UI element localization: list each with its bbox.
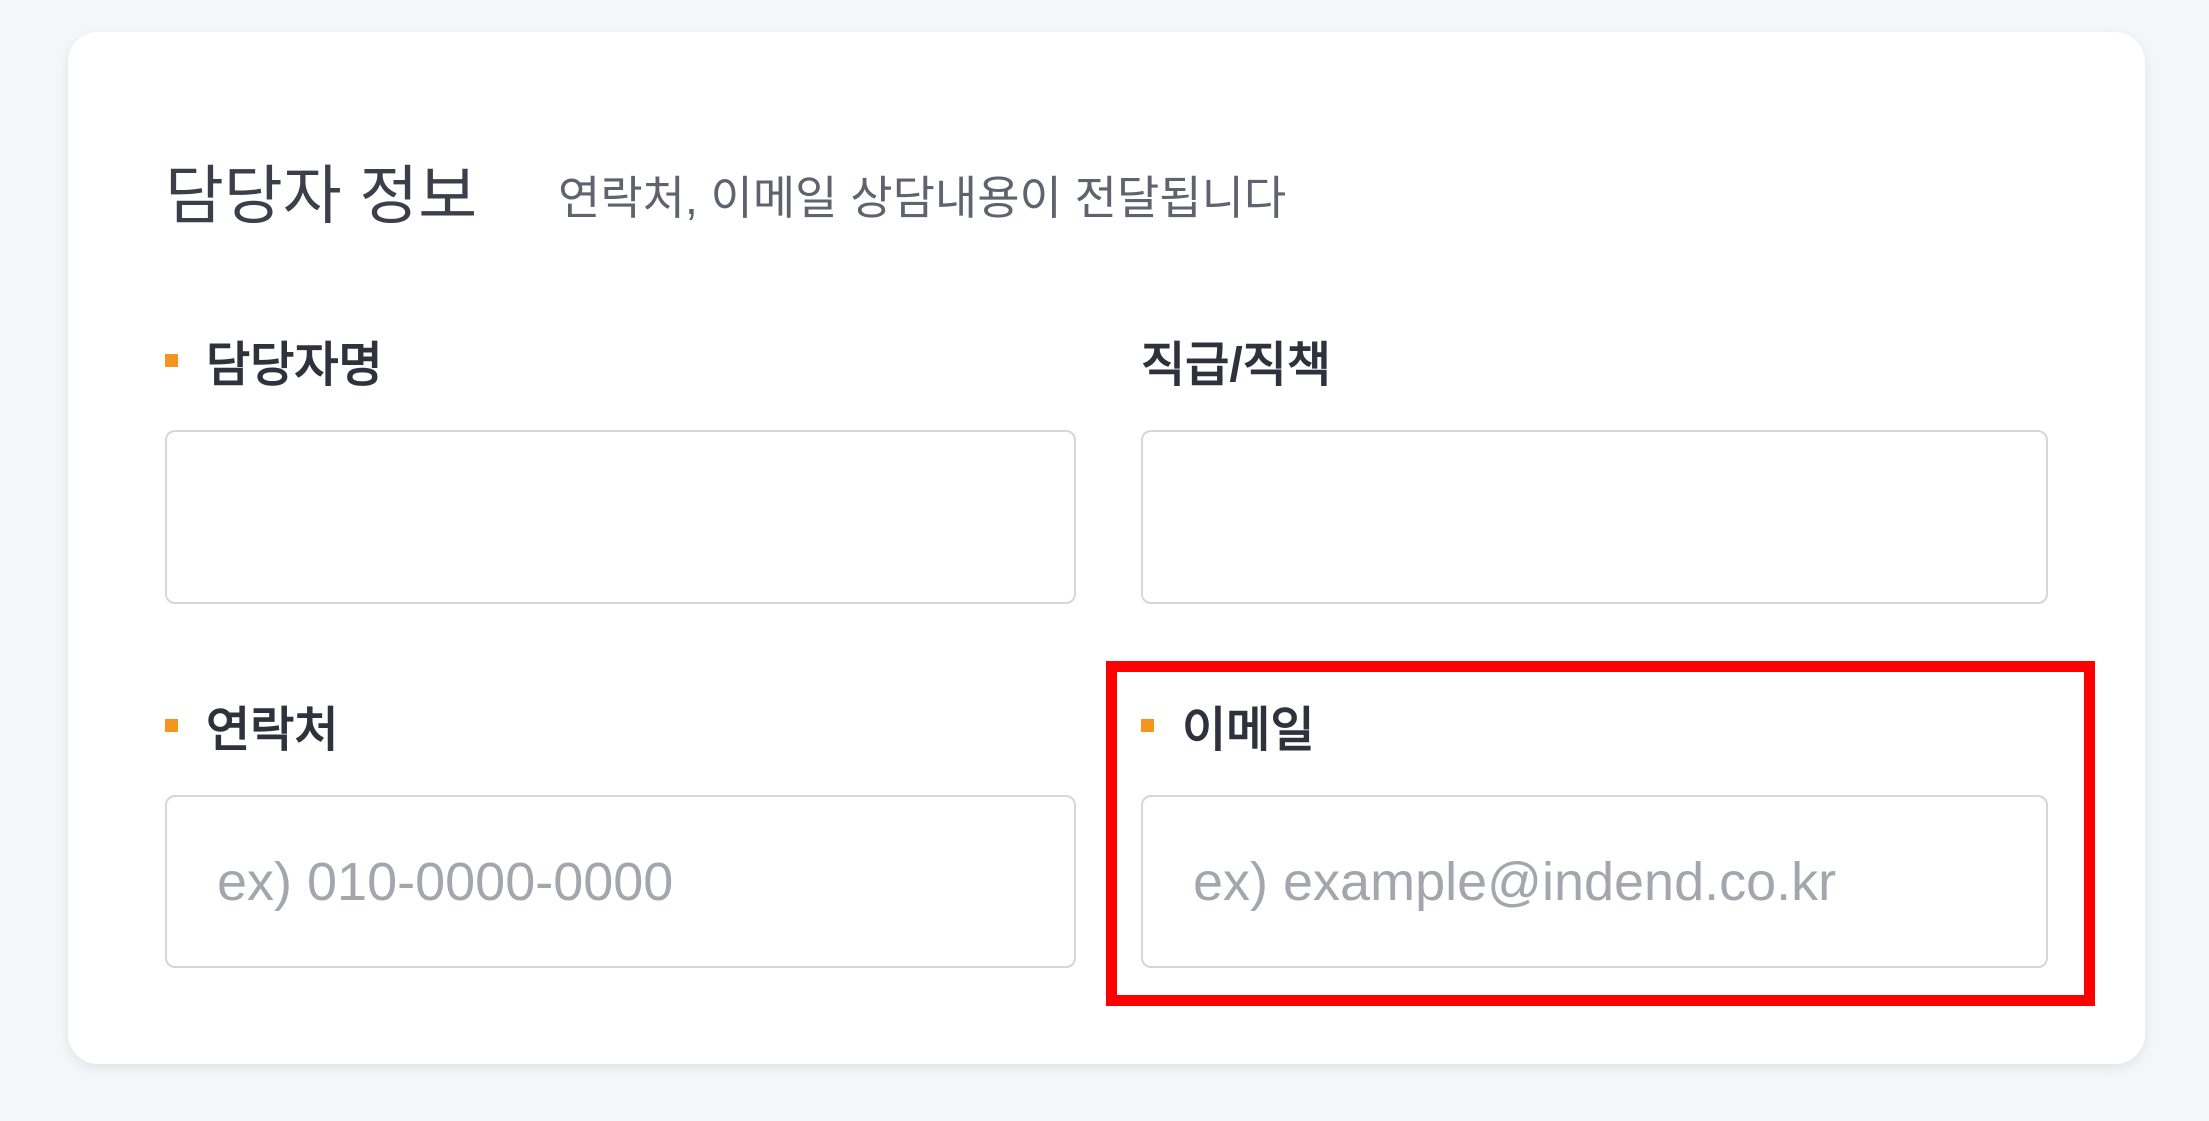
phone-label-text: 연락처: [206, 704, 339, 757]
name-input[interactable]: [165, 430, 1076, 604]
name-label-text: 담당자명: [206, 339, 383, 392]
position-label: 직급/직책: [1141, 325, 1331, 395]
required-marker-icon: [1141, 718, 1154, 732]
section-subtitle: 연락처, 이메일 상담내용이 전달됩니다: [558, 172, 1287, 224]
email-label: 이메일: [1141, 690, 1314, 760]
required-marker-icon: [165, 718, 178, 732]
email-input[interactable]: [1141, 795, 2048, 968]
email-label-text: 이메일: [1182, 704, 1315, 757]
position-input[interactable]: [1141, 430, 2048, 604]
section-title: 담당자 정보: [165, 160, 478, 232]
name-label: 담당자명: [165, 325, 383, 395]
phone-input[interactable]: [165, 795, 1076, 968]
phone-label: 연락처: [165, 690, 338, 760]
position-label-text: 직급/직책: [1141, 339, 1331, 392]
required-marker-icon: [165, 353, 178, 367]
